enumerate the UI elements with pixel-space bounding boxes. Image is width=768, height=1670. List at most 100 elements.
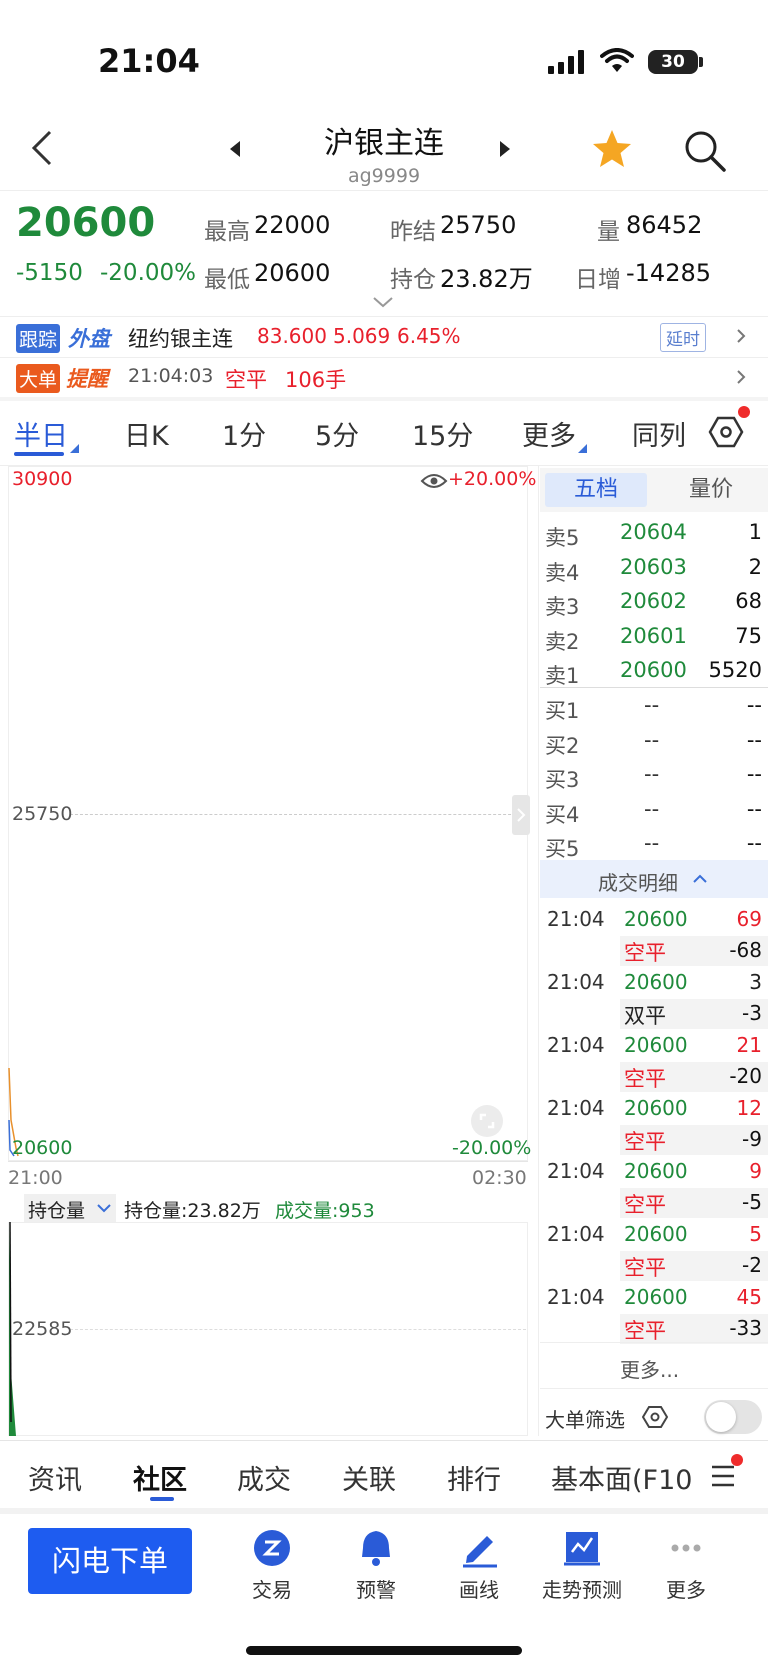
chevron-right-icon: [737, 370, 746, 384]
ask-volume: 5520: [708, 658, 762, 682]
ask-row[interactable]: 卖5 20604 1: [540, 516, 768, 550]
tab-more[interactable]: 更多: [522, 414, 587, 453]
more-trades-link[interactable]: 更多...: [620, 1354, 679, 1383]
settings-hexagon-icon[interactable]: [708, 414, 744, 450]
next-contract-icon[interactable]: [498, 140, 512, 158]
time-end: 02:30: [472, 1167, 527, 1189]
sub-vol-label: 成交量:953: [275, 1200, 375, 1222]
ask-row[interactable]: 卖4 20603 2: [540, 551, 768, 585]
tab-1min[interactable]: 1分: [222, 414, 266, 453]
bid-price: --: [644, 727, 660, 752]
tab-5min[interactable]: 5分: [315, 414, 359, 453]
bid-row[interactable]: 买4 -- --: [540, 793, 768, 827]
delay-badge: 延时: [660, 323, 706, 352]
chart-side-handle[interactable]: [512, 795, 530, 835]
tab-community[interactable]: 社区: [133, 1458, 187, 1497]
tab-news[interactable]: 资讯: [28, 1458, 82, 1497]
pen-icon: [463, 1536, 497, 1568]
flash-order-button[interactable]: 闪电下单: [28, 1528, 192, 1594]
bid-row[interactable]: 买5 -- --: [540, 827, 768, 861]
trade-price: 20600: [624, 970, 688, 994]
sub-indicator-selector[interactable]: 持仓量: [24, 1194, 116, 1222]
more-button[interactable]: 更多: [636, 1528, 736, 1603]
ask-row[interactable]: 卖2 20601 75: [540, 620, 768, 654]
bid-row[interactable]: 买3 -- --: [540, 758, 768, 792]
tab-15min[interactable]: 15分: [412, 414, 473, 453]
high-label: 最高: [204, 219, 250, 245]
expand-chevron-icon[interactable]: [372, 296, 394, 308]
divider: [0, 1440, 768, 1441]
trend-forecast-button[interactable]: 走势预测: [532, 1528, 632, 1603]
open-interest-value: 23.82万: [440, 265, 533, 293]
chart-top-price: 30900: [12, 468, 73, 490]
section-gap: [0, 1508, 768, 1514]
ask-level: 卖2: [545, 629, 580, 654]
star-favorite-icon[interactable]: [590, 128, 634, 170]
bid-level: 买1: [545, 699, 580, 723]
daily-inc-label: 日增: [575, 267, 621, 293]
tab-five-levels[interactable]: 五档: [545, 473, 647, 507]
draw-line-button[interactable]: 画线: [429, 1528, 529, 1603]
page-title: 沪银主连: [324, 126, 444, 161]
notification-dot: [731, 1454, 743, 1466]
trade-volume: 9: [749, 1159, 762, 1183]
fullscreen-icon[interactable]: [470, 1104, 504, 1138]
tab-related[interactable]: 关联: [342, 1458, 396, 1497]
ask-price: 20602: [620, 589, 687, 613]
volume-bars: [9, 1222, 16, 1436]
trade-time: 21:04: [547, 1222, 605, 1246]
battery-tip: [699, 57, 703, 67]
bid-row[interactable]: 买2 -- --: [540, 724, 768, 758]
tab-fundamentals[interactable]: 基本面(F10: [551, 1458, 691, 1497]
tab-label: 更多: [522, 421, 576, 452]
ask-price: 20601: [620, 623, 687, 648]
eye-icon[interactable]: [420, 472, 448, 490]
big-order-badge: 大单: [16, 364, 61, 393]
ask-volume: 75: [735, 623, 762, 648]
tab-ranking[interactable]: 排行: [447, 1458, 501, 1497]
ask-level: 卖5: [545, 526, 580, 550]
price-change: -5150: [16, 260, 83, 286]
status-time: 21:04: [98, 42, 200, 80]
trade-detail-header[interactable]: 成交明细: [540, 860, 768, 898]
sub-mid-line: [70, 1329, 526, 1330]
tab-same-list[interactable]: 同列: [632, 414, 686, 453]
tracker-row[interactable]: 跟踪 外盘 纽约银主连 83.600 5.069 6.45% 延时: [0, 318, 768, 356]
big-order-qty: 106手: [285, 368, 347, 392]
trade-icon: [254, 1530, 290, 1566]
trade-price: 20600: [624, 1285, 688, 1309]
tab-volume-price[interactable]: 量价: [660, 473, 762, 507]
trade-type: 空平: [624, 1130, 666, 1154]
alert-button[interactable]: 预警: [326, 1528, 426, 1603]
trade-button[interactable]: 交易: [222, 1528, 322, 1603]
trade-detail-label: 成交明细: [598, 871, 678, 895]
tracker-name: 纽约银主连: [128, 327, 233, 351]
tab-half-day[interactable]: 半日: [14, 414, 79, 453]
tab-active-underline: [14, 452, 64, 456]
ask-volume: 1: [748, 520, 762, 544]
trade-volume: 45: [736, 1285, 762, 1309]
big-order-row[interactable]: 大单 提醒 21:04:03 空平 106手: [0, 359, 768, 397]
ask-row[interactable]: 卖1 20600 5520: [540, 654, 768, 688]
tab-daily-k[interactable]: 日K: [124, 414, 169, 453]
divider: [8, 1161, 528, 1162]
bid-row[interactable]: 买1 -- --: [540, 689, 768, 723]
trade-price: 20600: [624, 907, 688, 931]
trade-volume: 21: [736, 1033, 762, 1057]
trade-time: 21:04: [547, 1285, 605, 1309]
trade-oi-change: -9: [742, 1127, 762, 1151]
search-icon[interactable]: [682, 128, 728, 174]
tab-active-underline: [150, 1497, 174, 1501]
ask-volume: 68: [735, 589, 762, 613]
divider: [0, 190, 768, 191]
menu-icon[interactable]: [710, 1464, 736, 1488]
big-filter-toggle[interactable]: [704, 1400, 762, 1434]
tab-trades[interactable]: 成交: [237, 1458, 291, 1497]
big-order-type: 空平: [225, 368, 267, 392]
ask-row[interactable]: 卖3 20602 68: [540, 585, 768, 619]
trade-type: 空平: [624, 1319, 666, 1343]
filter-settings-icon[interactable]: [642, 1404, 668, 1430]
divider: [540, 687, 768, 688]
trade-time: 21:04: [547, 1096, 605, 1120]
trade-oi-change: -33: [729, 1316, 762, 1340]
